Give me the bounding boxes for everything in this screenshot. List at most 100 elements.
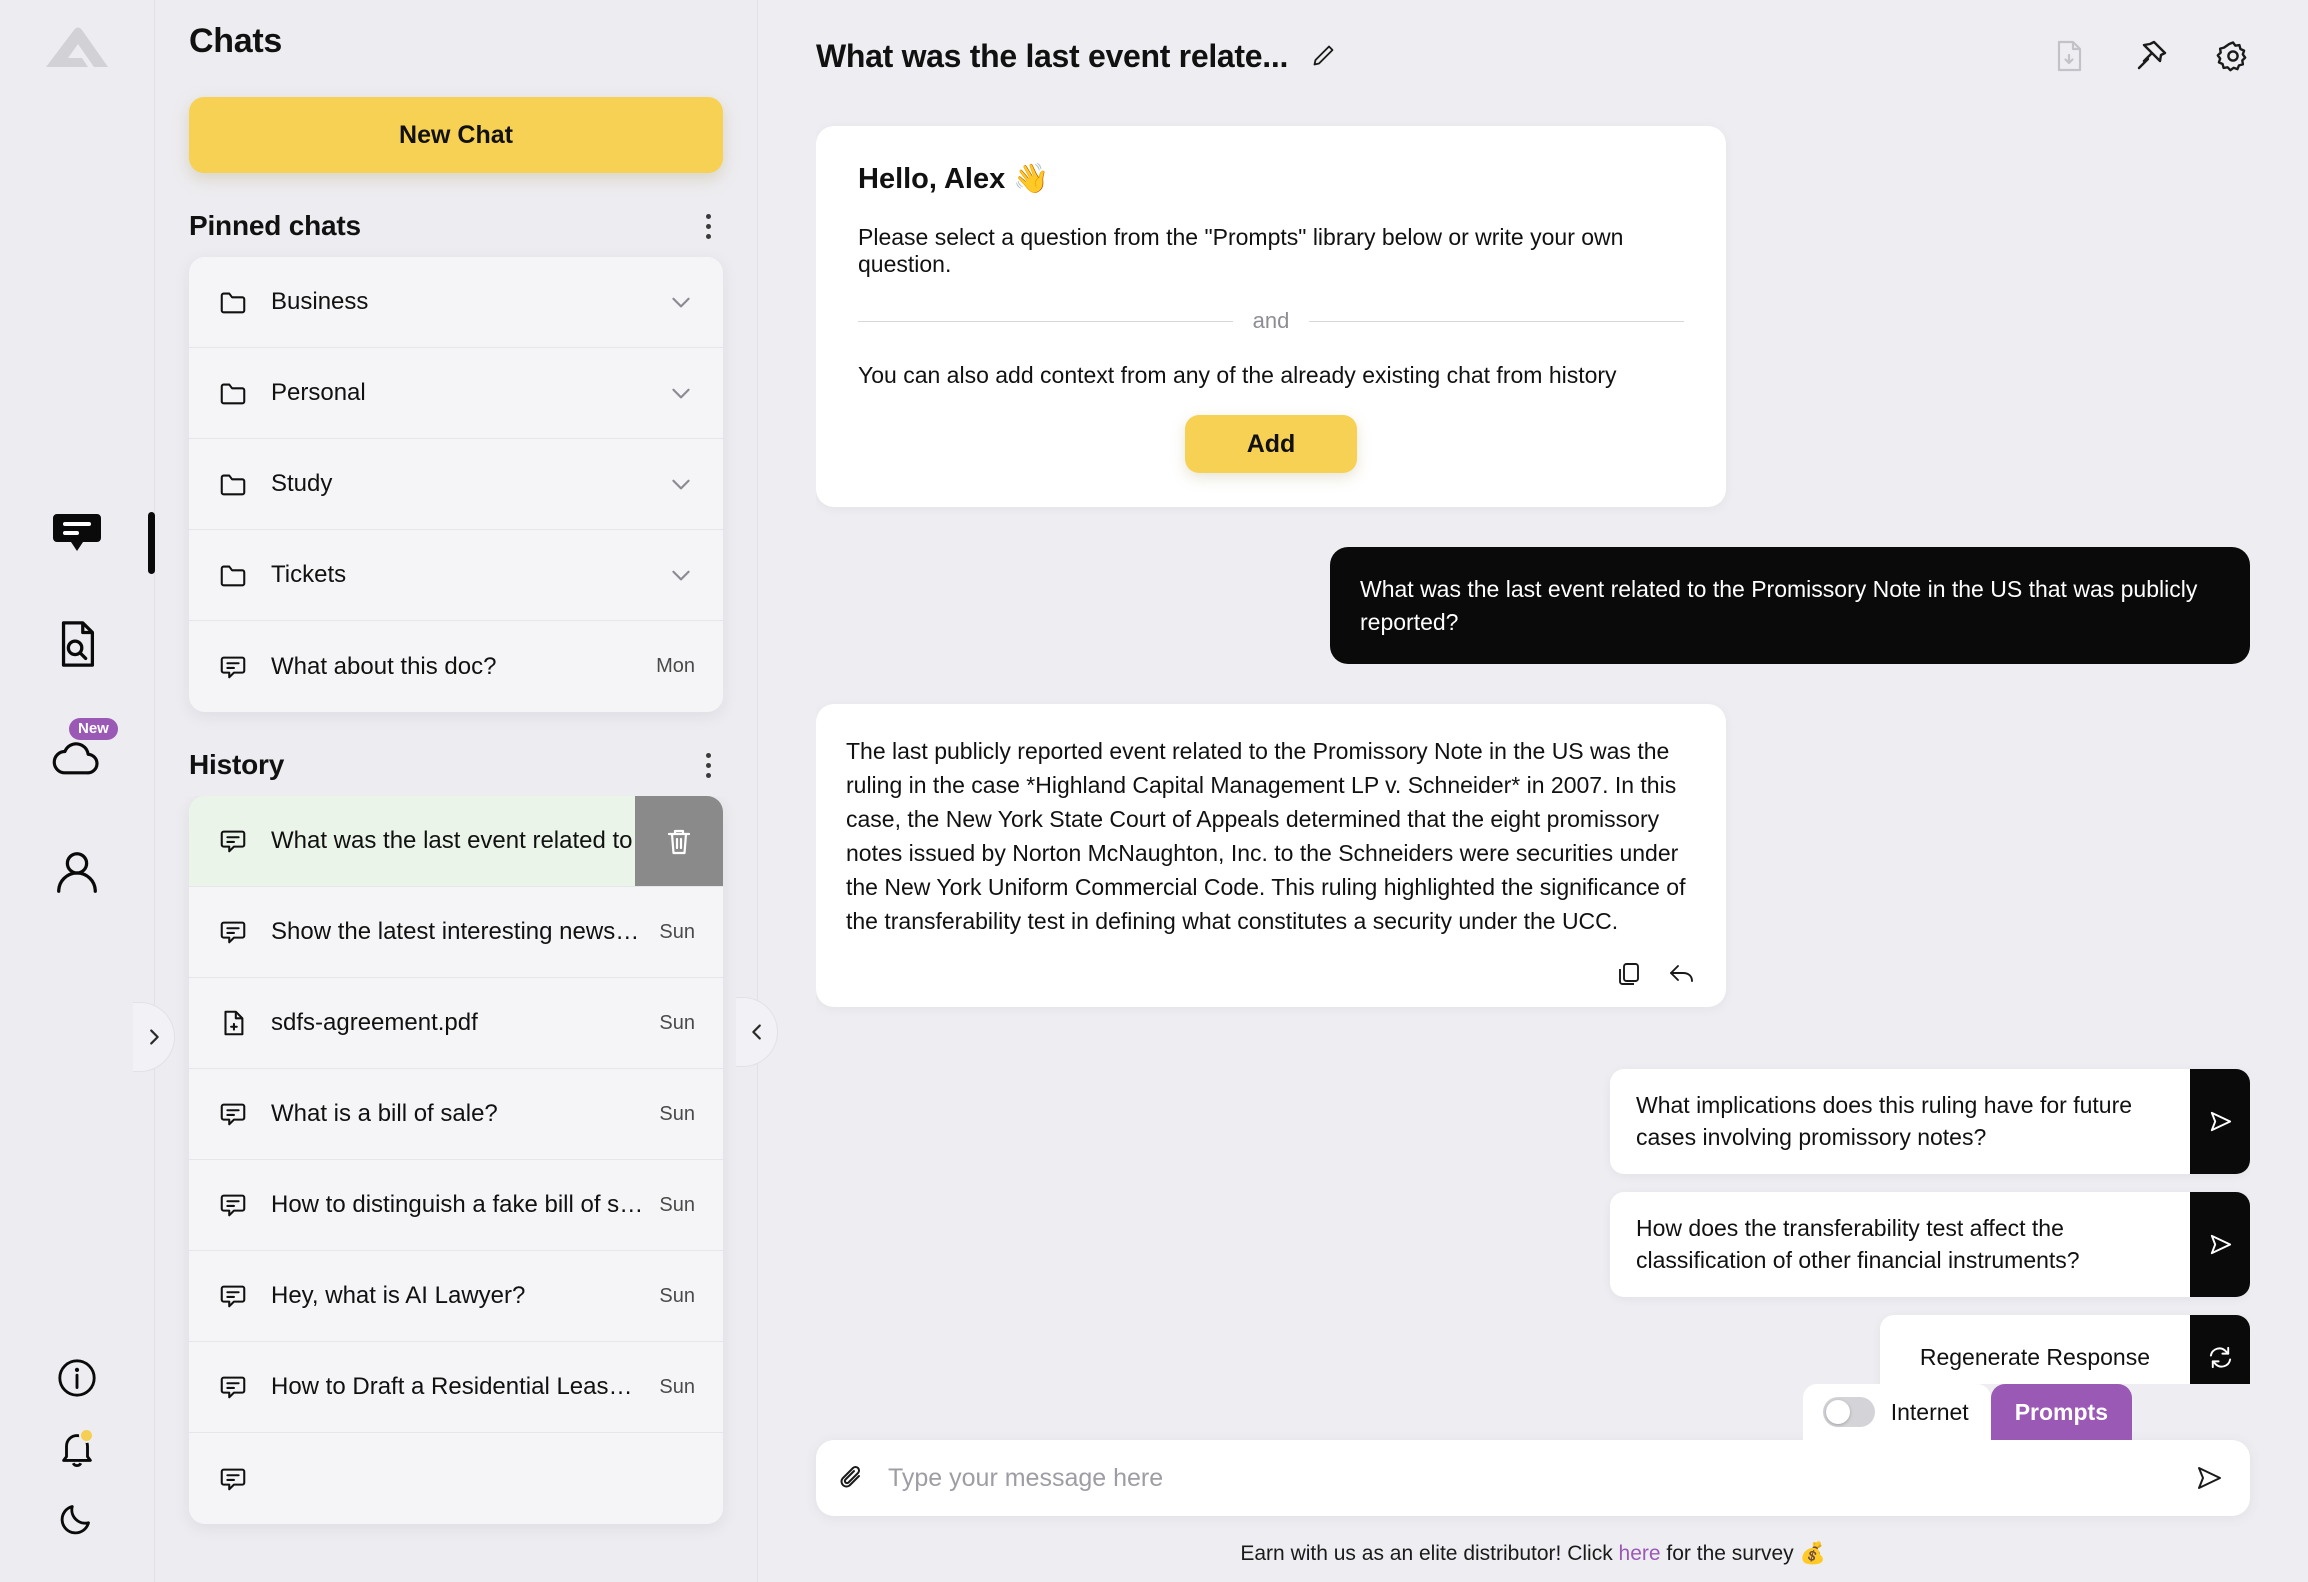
list-item-label: How to Draft a Residential Lease Agre…: [271, 1373, 645, 1400]
internet-toggle[interactable]: Internet: [1802, 1384, 1991, 1440]
assistant-message-bubble: The last publicly reported event related…: [816, 704, 1726, 1007]
main-chat-area: What was the last event relate... Hello,…: [758, 0, 2308, 1582]
footer-promo-before: Earn with us as an elite distributor! Cl…: [1240, 1542, 1619, 1565]
new-chat-button[interactable]: New Chat: [189, 97, 723, 173]
suggested-prompt-1[interactable]: What implications does this ruling have …: [1610, 1068, 2250, 1174]
table-row[interactable]: What was the last event related to the.: [189, 796, 723, 887]
table-row[interactable]: Show the latest interesting news or u… S…: [189, 887, 723, 978]
pinned-chats-menu-icon[interactable]: [693, 209, 723, 243]
send-icon[interactable]: [2190, 1068, 2250, 1174]
chevron-down-icon[interactable]: [667, 379, 695, 407]
bell-notification-dot: [79, 1428, 94, 1443]
survey-link[interactable]: here: [1619, 1542, 1661, 1565]
page-title: Chats: [189, 22, 282, 60]
internet-label: Internet: [1890, 1398, 1969, 1425]
welcome-card: Hello, Alex 👋 Please select a question f…: [816, 126, 1726, 507]
list-item-label: Hey, what is AI Lawyer?: [271, 1282, 526, 1309]
suggested-prompt-label: How does the transferability test affect…: [1610, 1191, 2190, 1298]
prompts-button[interactable]: Prompts: [1990, 1384, 2132, 1440]
internet-switch[interactable]: [1822, 1397, 1875, 1427]
footer-promo-after: for the survey 💰: [1660, 1542, 1826, 1565]
list-item[interactable]: Study: [189, 439, 723, 530]
chevron-down-icon[interactable]: [667, 470, 695, 498]
rail-utility-nav: [0, 1352, 154, 1544]
composer-toggles: Internet Prompts: [816, 1384, 2132, 1440]
composer-area: Internet Prompts: [816, 1384, 2250, 1542]
pinned-chats-list: Business Personal Study Tickets What abo…: [189, 257, 723, 712]
add-context-button[interactable]: Add: [1185, 415, 1357, 473]
chevron-down-icon[interactable]: [667, 288, 695, 316]
table-row[interactable]: What is a bill of sale? Sun: [189, 1069, 723, 1160]
history-scroll-area[interactable]: What was the last event related to the. …: [155, 796, 757, 1582]
gear-icon[interactable]: [2216, 39, 2250, 73]
welcome-divider: and: [858, 308, 1684, 334]
edit-title-icon[interactable]: [1310, 43, 1336, 69]
folder-icon: [217, 468, 249, 500]
table-row[interactable]: How to distinguish a fake bill of sale f…: [189, 1160, 723, 1251]
delete-chat-button[interactable]: [635, 796, 723, 886]
chat-icon: [217, 1463, 249, 1495]
list-item[interactable]: What about this doc? Mon: [189, 621, 723, 712]
table-row[interactable]: sdfs-agreement.pdf Sun: [189, 978, 723, 1069]
chat-icon: [217, 1280, 249, 1312]
list-item-meta: Sun: [659, 1193, 695, 1216]
send-icon[interactable]: [2190, 1191, 2250, 1298]
list-item-meta: Sun: [659, 1102, 695, 1125]
paperclip-icon[interactable]: [838, 1463, 868, 1493]
chat-icon: [217, 825, 249, 857]
list-item-label: Business: [271, 288, 369, 315]
app-rail: New: [0, 0, 175, 1582]
copy-icon[interactable]: [1616, 961, 1642, 987]
chats-panel: Chats New Chat Pinned chats Business Per…: [155, 0, 778, 1582]
chat-header-actions: [2052, 39, 2250, 73]
pin-icon[interactable]: [2134, 39, 2168, 73]
list-item[interactable]: Personal: [189, 348, 723, 439]
list-item[interactable]: Business: [189, 257, 723, 348]
sidebar-item-document-search[interactable]: [51, 618, 103, 670]
assistant-message-text: The last publicly reported event related…: [846, 738, 1686, 935]
history-header: History: [155, 712, 757, 796]
suggested-prompt-label: What implications does this ruling have …: [1610, 1068, 2190, 1174]
list-item-label: sdfs-agreement.pdf: [271, 1009, 478, 1036]
list-item-meta: Sun: [659, 1375, 695, 1398]
table-row[interactable]: Hey, what is AI Lawyer? Sun: [189, 1251, 723, 1342]
chevron-down-icon[interactable]: [667, 561, 695, 589]
rail-active-indicator: [148, 512, 155, 574]
moon-icon[interactable]: [51, 1492, 103, 1544]
sidebar-item-profile[interactable]: [51, 846, 103, 898]
pinned-chats-title: Pinned chats: [189, 210, 361, 241]
chat-icon: [217, 1189, 249, 1221]
list-item-label: What was the last event related to the.: [271, 827, 680, 854]
sidebar-item-cloud[interactable]: New: [51, 718, 118, 784]
history-title: History: [189, 749, 285, 780]
bell-icon[interactable]: [51, 1422, 103, 1474]
chat-icon: [217, 1371, 249, 1403]
list-item[interactable]: Tickets: [189, 530, 723, 621]
info-icon[interactable]: [51, 1352, 103, 1404]
send-message-button[interactable]: [2194, 1463, 2224, 1493]
download-document-icon[interactable]: [2052, 39, 2086, 73]
refresh-icon[interactable]: [2190, 1315, 2250, 1384]
suggested-prompt-2[interactable]: How does the transferability test affect…: [1610, 1191, 2250, 1298]
table-row[interactable]: How to Draft a Residential Lease Agre… S…: [189, 1342, 723, 1433]
list-item-meta: Sun: [659, 1284, 695, 1307]
chat-icon: [217, 1098, 249, 1130]
folder-icon: [217, 559, 249, 591]
assistant-message-actions: [846, 961, 1696, 987]
regenerate-response-button[interactable]: Regenerate Response: [1879, 1315, 2250, 1384]
history-list: What was the last event related to the. …: [189, 796, 723, 1524]
list-item-meta: Sun: [659, 920, 695, 943]
message-input[interactable]: [888, 1463, 2174, 1493]
welcome-line-2: You can also add context from any of the…: [858, 362, 1617, 388]
list-item-meta: Mon: [656, 655, 695, 677]
message-thread: Hello, Alex 👋 Please select a question f…: [816, 112, 2250, 1384]
list-item-label: How to distinguish a fake bill of sale f…: [271, 1191, 645, 1218]
reply-icon[interactable]: [1668, 961, 1696, 987]
history-menu-icon[interactable]: [693, 748, 723, 782]
new-chat-container: New Chat: [155, 61, 757, 173]
table-row[interactable]: [189, 1433, 723, 1524]
regenerate-label: Regenerate Response: [1879, 1315, 2190, 1384]
sidebar-item-chats[interactable]: [51, 504, 103, 556]
user-message-bubble: What was the last event related to the P…: [1330, 547, 2250, 665]
pinned-chats-header: Pinned chats: [155, 173, 757, 257]
